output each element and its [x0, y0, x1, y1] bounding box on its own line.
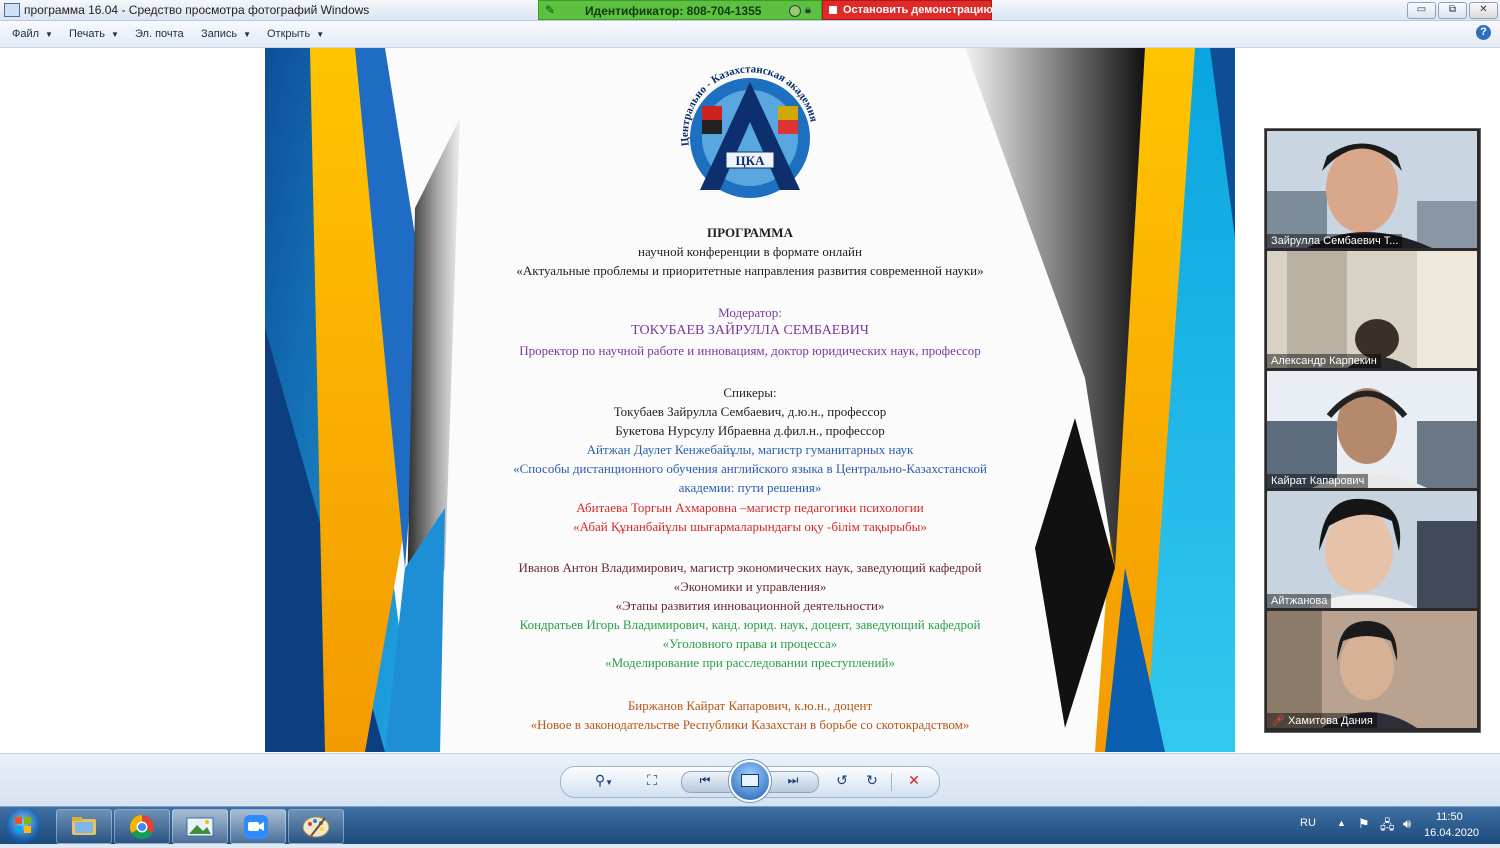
next-icon[interactable]: ⏭: [782, 773, 804, 788]
muted-mic-icon: 🎤︎: [1271, 715, 1285, 727]
speaker-6: Кондратьев Игорь Владимирович, канд. юри…: [519, 617, 981, 632]
minimize-button[interactable]: ▭: [1407, 2, 1436, 19]
help-icon[interactable]: ?: [1476, 25, 1491, 40]
rotate-right-icon[interactable]: ↻: [861, 772, 883, 789]
zoom-icon[interactable]: ⚲▼: [589, 772, 619, 789]
menu-open[interactable]: Открыть ▼: [267, 28, 324, 40]
participant-name: 🎤︎ Хамитова Дания: [1267, 713, 1377, 728]
speaker-6-department: «Уголовного права и процесса»: [662, 636, 838, 651]
moderator-position: Проректор по научной работе и инновациям…: [519, 343, 981, 358]
speaker-5-topic: «Этапы развития инновационной деятельнос…: [615, 598, 885, 613]
speaker-7-topic: «Новое в законодательстве Республики Каз…: [530, 717, 970, 732]
photo-viewer-app-icon: [4, 3, 20, 17]
menu-print[interactable]: Печать ▼: [69, 28, 119, 40]
participant-video-panel[interactable]: Зайрулла Сембаевич Т... Александр Карпек…: [1264, 128, 1481, 733]
program-title: ПРОГРАММА: [707, 225, 793, 240]
speaker-7: Биржанов Кайрат Капарович, к.ю.н., доцен…: [627, 698, 873, 713]
photo-viewer-icon[interactable]: [172, 809, 228, 844]
clock-time[interactable]: 11:50: [1436, 811, 1463, 823]
speaker-3-topic-line-1: «Способы дистанционного обучения английс…: [513, 461, 987, 476]
conference-subtitle: научной конференции в формате онлайн: [638, 244, 862, 259]
moderator-label: Модератор:: [718, 305, 782, 320]
clock-date[interactable]: 16.04.2020: [1424, 827, 1479, 839]
speaker-3: Айтжан Даулет Кенжебайұлы, магистр гуман…: [586, 442, 914, 457]
fit-window-icon[interactable]: ⛶: [641, 772, 663, 789]
speaker-5: Иванов Антон Владимирович, магистр эконо…: [518, 560, 982, 575]
participant-video-tile[interactable]: 🎤︎ Хамитова Дания: [1267, 611, 1477, 728]
explorer-icon[interactable]: [56, 809, 112, 844]
participant-video-tile[interactable]: Айтжанова: [1267, 491, 1477, 608]
start-button[interactable]: [5, 808, 41, 844]
stop-share-button[interactable]: Остановить демонстрацию: [822, 0, 993, 20]
participant-video-feed: [1267, 131, 1477, 248]
share-status-icon: [789, 5, 801, 17]
volume-icon[interactable]: 🔊︎: [1403, 816, 1411, 832]
zoom-app-icon[interactable]: [230, 809, 286, 844]
restore-button[interactable]: ⧉: [1438, 2, 1467, 19]
participant-video-tile[interactable]: Кайрат Капарович: [1267, 371, 1477, 488]
moderator-name: ТОКУБАЕВ ЗАЙРУЛЛА СЕМБАЕВИЧ: [631, 323, 869, 338]
close-icon: ✕: [1479, 4, 1488, 15]
speaker-5-department: «Экономики и управления»: [673, 579, 827, 594]
meeting-id-label: Идентификатор: 808-704-1355: [585, 4, 762, 18]
restore-icon: ⧉: [1448, 4, 1457, 15]
menu-email[interactable]: Эл. почта: [135, 28, 184, 40]
speaker-2: Букетова Нурсулу Ибраевна д.фил.н., проф…: [615, 423, 885, 438]
menu-bar: Файл ▼ Печать ▼ Эл. почта Запись ▼ Открыть ▼…: [0, 21, 1500, 48]
conference-name: «Актуальные проблемы и приоритетные напр…: [516, 263, 984, 278]
windows-logo-icon: [15, 817, 31, 833]
participant-name: Александр Карпекин: [1267, 354, 1381, 368]
window-title: программа 16.04 - Средство просмотра фот…: [24, 3, 370, 17]
speaker-3-topic-line-2: академии: пути решения»: [678, 480, 822, 495]
system-tray: RU ▲ ⚑ 🖧︎ 🔊︎ 11:50 16.04.2020: [1270, 807, 1500, 844]
annotate-pen-icon[interactable]: ✎: [545, 3, 555, 17]
delete-icon[interactable]: ✕: [903, 772, 925, 789]
participant-video-tile[interactable]: Александр Карпекин: [1267, 251, 1477, 368]
program-slide-image: ЦКА Центрально - Казахстанская академия …: [265, 48, 1235, 752]
title-bar: программа 16.04 - Средство просмотра фот…: [0, 0, 1500, 21]
stop-share-label: Остановить демонстрацию: [843, 4, 993, 16]
slideshow-button[interactable]: [729, 760, 771, 802]
close-window-button[interactable]: ✕: [1469, 2, 1498, 19]
lock-icon[interactable]: 🔒︎: [805, 4, 811, 17]
action-center-flag-icon[interactable]: ⚑: [1358, 816, 1370, 832]
menu-burn[interactable]: Запись ▼: [201, 28, 251, 40]
meeting-share-bar[interactable]: ✎ Идентификатор: 808-704-1355 🔒︎: [538, 0, 822, 20]
participant-video-feed: [1267, 371, 1477, 488]
rotate-left-icon[interactable]: ↺: [831, 772, 853, 789]
participant-name-text: Хамитова Дания: [1287, 715, 1373, 727]
logo-center-text: ЦКА: [736, 153, 766, 168]
slideshow-icon: [741, 774, 759, 787]
paint-icon[interactable]: [288, 809, 344, 844]
participant-name: Айтжанова: [1267, 594, 1332, 608]
speakers-label: Спикеры:: [723, 385, 777, 400]
participant-name: Кайрат Капарович: [1267, 474, 1369, 488]
show-hidden-icons-icon[interactable]: ▲: [1337, 818, 1346, 828]
menu-file[interactable]: Файл ▼: [12, 28, 53, 40]
viewer-toolbar: ⚲▼ ⛶ ⏮ ⏭ ↺ ↻ ✕: [560, 760, 940, 802]
minimize-icon: ▭: [1416, 4, 1427, 15]
previous-icon[interactable]: ⏮: [694, 773, 716, 788]
speaker-6-topic: «Моделирование при расследовании преступ…: [605, 655, 895, 670]
chrome-icon[interactable]: [114, 809, 170, 844]
academy-logo: ЦКА Центрально - Казахстанская академия: [679, 63, 820, 198]
speaker-1: Токубаев Зайрулла Сембаевич, д.ю.н., про…: [613, 404, 887, 419]
participant-video-tile[interactable]: Зайрулла Сембаевич Т...: [1267, 131, 1477, 248]
windows-taskbar: RU ▲ ⚑ 🖧︎ 🔊︎ 11:50 16.04.2020: [0, 806, 1500, 844]
participant-video-feed: [1267, 491, 1477, 608]
stop-icon: [829, 6, 837, 14]
participant-video-feed: [1267, 251, 1477, 368]
language-indicator[interactable]: RU: [1300, 817, 1316, 829]
speaker-4: Абитаева Торгын Ахмаровна –магистр педаг…: [576, 500, 924, 515]
network-icon[interactable]: 🖧︎: [1380, 816, 1395, 838]
speaker-4-topic: «Абай Құнанбайұлы шығармаларындағы оқу -…: [573, 519, 927, 534]
toolbar-divider: [891, 773, 892, 791]
participant-name: Зайрулла Сембаевич Т...: [1267, 234, 1403, 248]
participant-video-feed: [1267, 611, 1477, 728]
viewer-bottom-bar: ⚲▼ ⛶ ⏮ ⏭ ↺ ↻ ✕: [0, 753, 1500, 807]
